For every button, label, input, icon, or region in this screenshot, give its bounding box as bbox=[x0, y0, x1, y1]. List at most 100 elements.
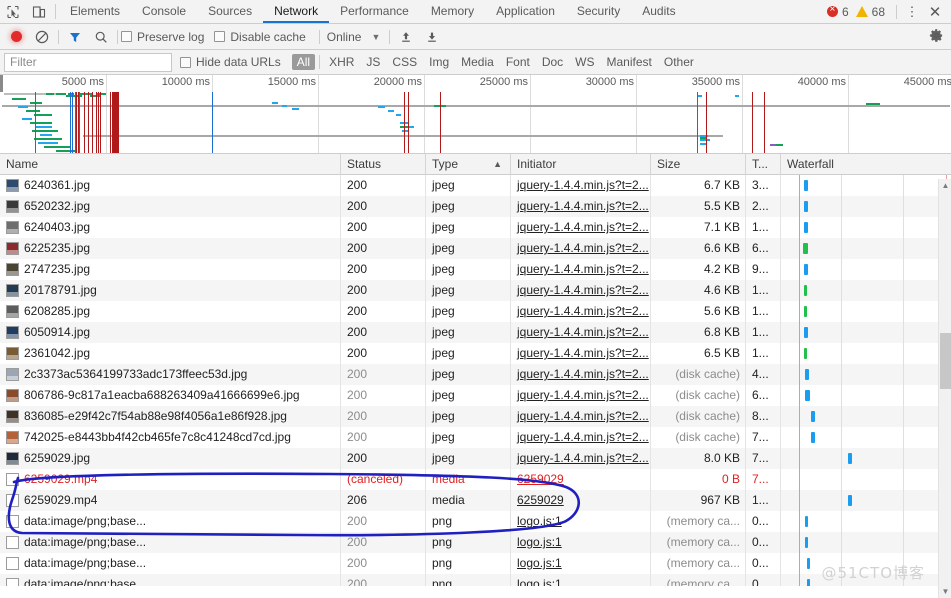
request-name[interactable]: 6050914.jpg bbox=[24, 322, 90, 343]
preserve-log-checkbox[interactable]: Preserve log bbox=[121, 30, 204, 44]
filter-type-ws[interactable]: WS bbox=[570, 54, 599, 70]
export-har-icon[interactable] bbox=[419, 30, 445, 44]
table-row[interactable]: 2747235.jpg200jpegjquery-1.4.4.min.js?t=… bbox=[0, 259, 951, 280]
table-row[interactable]: data:image/png;base...200pnglogo.js:1(me… bbox=[0, 532, 951, 553]
tab-security[interactable]: Security bbox=[566, 0, 631, 23]
table-row[interactable]: 6208285.jpg200jpegjquery-1.4.4.min.js?t=… bbox=[0, 301, 951, 322]
request-name[interactable]: 6259029.mp4 bbox=[24, 469, 97, 490]
table-row[interactable]: data:image/png;base...200pnglogo.js:1(me… bbox=[0, 553, 951, 574]
table-row[interactable]: 806786-9c817a1eacba688263409a41666699e6.… bbox=[0, 385, 951, 406]
table-row[interactable]: 6259029.mp4206media6259029967 KB1... bbox=[0, 490, 951, 511]
overview-left-grip[interactable] bbox=[0, 75, 3, 92]
hide-data-urls-checkbox[interactable]: Hide data URLs bbox=[180, 55, 281, 69]
initiator-link[interactable]: jquery-1.4.4.min.js?t=2... bbox=[517, 388, 649, 402]
request-name[interactable]: 836085-e29f42c7f54ab88e98f4056a1e86f928.… bbox=[24, 406, 287, 427]
initiator-link[interactable]: jquery-1.4.4.min.js?t=2... bbox=[517, 325, 649, 339]
vertical-scrollbar[interactable]: ▲ ▼ bbox=[938, 179, 951, 598]
clear-icon[interactable] bbox=[29, 30, 55, 44]
table-row[interactable]: data:image/png;base...200pnglogo.js:1(me… bbox=[0, 574, 951, 586]
tab-sources[interactable]: Sources bbox=[197, 0, 263, 23]
initiator-link[interactable]: jquery-1.4.4.min.js?t=2... bbox=[517, 220, 649, 234]
request-name[interactable]: 6208285.jpg bbox=[24, 301, 90, 322]
request-name[interactable]: 806786-9c817a1eacba688263409a41666699e6.… bbox=[24, 385, 300, 406]
request-name[interactable]: 742025-e8443bb4f42cb465fe7c8c41248cd7cd.… bbox=[24, 427, 291, 448]
request-name[interactable]: 20178791.jpg bbox=[24, 280, 97, 301]
device-toolbar-icon[interactable] bbox=[26, 0, 52, 23]
initiator-link[interactable]: logo.js:1 bbox=[517, 577, 562, 586]
request-name[interactable]: data:image/png;base... bbox=[24, 574, 146, 586]
tab-performance[interactable]: Performance bbox=[329, 0, 420, 23]
filter-funnel-icon[interactable] bbox=[62, 30, 88, 44]
request-name[interactable]: 6520232.jpg bbox=[24, 196, 90, 217]
column-header-size[interactable]: Size bbox=[651, 154, 746, 175]
column-header-time[interactable]: T... bbox=[746, 154, 781, 175]
initiator-link[interactable]: 6259029 bbox=[517, 472, 564, 486]
filter-type-doc[interactable]: Doc bbox=[537, 54, 568, 70]
request-name[interactable]: 6225235.jpg bbox=[24, 238, 90, 259]
error-count-badge[interactable]: 6 bbox=[827, 5, 849, 19]
column-header-waterfall[interactable]: Waterfall bbox=[781, 154, 951, 175]
request-name[interactable]: 6240361.jpg bbox=[24, 175, 90, 196]
filter-type-xhr[interactable]: XHR bbox=[324, 54, 359, 70]
column-header-initiator[interactable]: Initiator bbox=[511, 154, 651, 175]
initiator-link[interactable]: jquery-1.4.4.min.js?t=2... bbox=[517, 262, 649, 276]
column-header-status[interactable]: Status bbox=[341, 154, 426, 175]
request-name[interactable]: data:image/png;base... bbox=[24, 532, 146, 553]
column-header-type[interactable]: Type▲ bbox=[426, 154, 511, 175]
request-name[interactable]: 6259029.mp4 bbox=[24, 490, 97, 511]
request-name[interactable]: data:image/png;base... bbox=[24, 553, 146, 574]
request-name[interactable]: 2747235.jpg bbox=[24, 259, 90, 280]
request-name[interactable]: 6240403.jpg bbox=[24, 217, 90, 238]
initiator-link[interactable]: jquery-1.4.4.min.js?t=2... bbox=[517, 430, 649, 444]
filter-type-img[interactable]: Img bbox=[424, 54, 454, 70]
request-name[interactable]: 2c3373ac5364199733adc173ffeec53d.jpg bbox=[24, 364, 247, 385]
network-overview-timeline[interactable]: 5000 ms10000 ms15000 ms20000 ms25000 ms3… bbox=[0, 75, 951, 154]
filter-type-manifest[interactable]: Manifest bbox=[602, 54, 657, 70]
table-row[interactable]: 836085-e29f42c7f54ab88e98f4056a1e86f928.… bbox=[0, 406, 951, 427]
initiator-link[interactable]: jquery-1.4.4.min.js?t=2... bbox=[517, 451, 649, 465]
initiator-link[interactable]: logo.js:1 bbox=[517, 514, 562, 528]
table-row[interactable]: 6259029.jpg200jpegjquery-1.4.4.min.js?t=… bbox=[0, 448, 951, 469]
request-name[interactable]: data:image/png;base... bbox=[24, 511, 146, 532]
table-row[interactable]: 6240361.jpg200jpegjquery-1.4.4.min.js?t=… bbox=[0, 175, 951, 196]
table-row[interactable]: data:image/png;base...200pnglogo.js:1(me… bbox=[0, 511, 951, 532]
table-row[interactable]: 20178791.jpg200jpegjquery-1.4.4.min.js?t… bbox=[0, 280, 951, 301]
filter-type-font[interactable]: Font bbox=[501, 54, 535, 70]
import-har-icon[interactable] bbox=[393, 30, 419, 44]
scrollbar-thumb[interactable] bbox=[940, 333, 951, 389]
scroll-up-arrow[interactable]: ▲ bbox=[939, 179, 951, 192]
filter-type-js[interactable]: JS bbox=[361, 54, 385, 70]
warning-count-badge[interactable]: 68 bbox=[856, 5, 885, 19]
initiator-link[interactable]: 6259029 bbox=[517, 493, 564, 507]
throttle-select[interactable]: Online bbox=[323, 30, 366, 44]
filter-type-media[interactable]: Media bbox=[456, 54, 499, 70]
initiator-link[interactable]: jquery-1.4.4.min.js?t=2... bbox=[517, 283, 649, 297]
initiator-link[interactable]: jquery-1.4.4.min.js?t=2... bbox=[517, 367, 649, 381]
tab-console[interactable]: Console bbox=[131, 0, 197, 23]
initiator-link[interactable]: logo.js:1 bbox=[517, 535, 562, 549]
filter-type-all[interactable]: All bbox=[292, 54, 315, 70]
gear-icon[interactable] bbox=[921, 28, 951, 46]
filter-type-css[interactable]: CSS bbox=[387, 54, 422, 70]
tab-network[interactable]: Network bbox=[263, 0, 329, 23]
initiator-link[interactable]: jquery-1.4.4.min.js?t=2... bbox=[517, 304, 649, 318]
scroll-down-arrow[interactable]: ▼ bbox=[939, 585, 951, 598]
initiator-link[interactable]: logo.js:1 bbox=[517, 556, 562, 570]
chevron-down-icon[interactable]: ▼ bbox=[365, 32, 386, 42]
requests-table-body[interactable]: 6240361.jpg200jpegjquery-1.4.4.min.js?t=… bbox=[0, 175, 951, 586]
table-row[interactable]: 6050914.jpg200jpegjquery-1.4.4.min.js?t=… bbox=[0, 322, 951, 343]
initiator-link[interactable]: jquery-1.4.4.min.js?t=2... bbox=[517, 409, 649, 423]
table-row[interactable]: 6520232.jpg200jpegjquery-1.4.4.min.js?t=… bbox=[0, 196, 951, 217]
column-header-name[interactable]: Name bbox=[0, 154, 341, 175]
kebab-menu-icon[interactable]: ⋮ bbox=[901, 4, 923, 20]
table-row[interactable]: 2361042.jpg200jpegjquery-1.4.4.min.js?t=… bbox=[0, 343, 951, 364]
table-row[interactable]: 742025-e8443bb4f42cb465fe7c8c41248cd7cd.… bbox=[0, 427, 951, 448]
search-icon[interactable] bbox=[88, 30, 114, 44]
tab-audits[interactable]: Audits bbox=[631, 0, 686, 23]
inspect-element-icon[interactable] bbox=[0, 0, 26, 23]
tab-memory[interactable]: Memory bbox=[420, 0, 485, 23]
filter-type-other[interactable]: Other bbox=[659, 54, 699, 70]
initiator-link[interactable]: jquery-1.4.4.min.js?t=2... bbox=[517, 241, 649, 255]
request-name[interactable]: 6259029.jpg bbox=[24, 448, 90, 469]
initiator-link[interactable]: jquery-1.4.4.min.js?t=2... bbox=[517, 199, 649, 213]
